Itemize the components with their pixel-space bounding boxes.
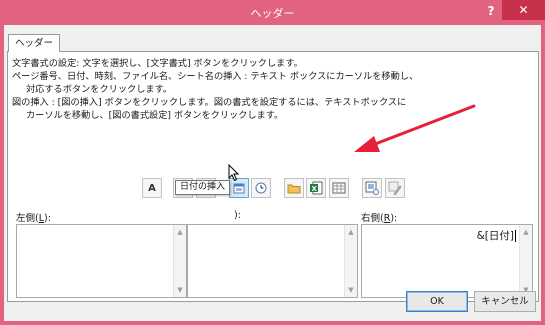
scroll-down-icon[interactable]: ▼ bbox=[174, 284, 186, 296]
left-section-input[interactable]: ▲ ▼ bbox=[16, 224, 187, 298]
sheet-tab-icon bbox=[332, 182, 346, 194]
calendar-icon bbox=[233, 183, 245, 194]
folder-icon bbox=[287, 184, 301, 194]
instruction-line: 文字書式の設定: 文字を選択し、[文字書式] ボタンをクリックします。 bbox=[12, 58, 303, 69]
scroll-up-icon[interactable]: ▲ bbox=[174, 226, 186, 238]
center-section-scrollbar[interactable]: ▲ ▼ bbox=[344, 225, 357, 297]
ok-button[interactable]: OK bbox=[406, 291, 468, 312]
cancel-button[interactable]: キャンセル bbox=[474, 291, 536, 312]
header-dialog: ヘッダー ? ✕ ヘッダー 文字書式の設定: 文字を選択し、[文字書式] ボタン… bbox=[0, 0, 545, 325]
center-section-label: ): bbox=[234, 210, 241, 221]
left-section-label: 左側(L): bbox=[16, 213, 51, 224]
picture-icon bbox=[365, 181, 379, 195]
center-section-input[interactable]: ▲ ▼ bbox=[187, 224, 358, 298]
instruction-line: 対応するボタンをクリックします。 bbox=[26, 84, 173, 95]
right-section-scrollbar[interactable]: ▲ ▼ bbox=[519, 225, 532, 297]
letter-a-icon: A bbox=[148, 182, 156, 194]
mouse-pointer-icon bbox=[228, 164, 240, 182]
red-arrow-annotation bbox=[354, 104, 476, 152]
scroll-up-icon[interactable]: ▲ bbox=[520, 226, 532, 238]
right-section-text: &[日付] bbox=[476, 230, 516, 242]
text-caret bbox=[515, 230, 516, 242]
left-section-scrollbar[interactable]: ▲ ▼ bbox=[173, 225, 186, 297]
header-toolbar: A # X bbox=[8, 178, 538, 198]
insert-time-button[interactable] bbox=[251, 178, 271, 198]
help-button[interactable]: ? bbox=[482, 3, 500, 19]
svg-text:X: X bbox=[312, 185, 318, 193]
right-section-label: 右側(R): bbox=[361, 213, 398, 224]
insert-file-name-button[interactable]: X bbox=[306, 178, 326, 198]
tab-header[interactable]: ヘッダー bbox=[8, 34, 61, 52]
format-text-button[interactable]: A bbox=[142, 178, 162, 198]
dialog-client: ヘッダー 文字書式の設定: 文字を選択し、[文字書式] ボタンをクリックします。… bbox=[4, 25, 541, 321]
insert-date-tooltip: 日付の挿入 bbox=[175, 180, 231, 195]
insert-file-path-button[interactable] bbox=[284, 178, 304, 198]
insert-picture-button[interactable] bbox=[362, 178, 382, 198]
close-button[interactable]: ✕ bbox=[502, 0, 545, 20]
scroll-down-icon[interactable]: ▼ bbox=[345, 284, 357, 296]
clock-icon bbox=[255, 182, 267, 194]
format-picture-button[interactable] bbox=[385, 178, 405, 198]
tab-panel: 文字書式の設定: 文字を選択し、[文字書式] ボタンをクリックします。 ページ番… bbox=[7, 51, 539, 302]
excel-file-icon: X bbox=[310, 181, 323, 195]
insert-sheet-name-button[interactable] bbox=[329, 178, 349, 198]
instruction-line: ページ番号、日付、時刻、ファイル名、シート名の挿入 : テキスト ボックスにカー… bbox=[12, 71, 419, 82]
scroll-up-icon[interactable]: ▲ bbox=[345, 226, 357, 238]
title-bar[interactable]: ヘッダー ? ✕ bbox=[0, 0, 545, 25]
format-picture-icon bbox=[388, 181, 402, 195]
right-section-input[interactable]: &[日付] ▲ ▼ bbox=[361, 224, 533, 298]
dialog-title: ヘッダー bbox=[250, 7, 295, 20]
